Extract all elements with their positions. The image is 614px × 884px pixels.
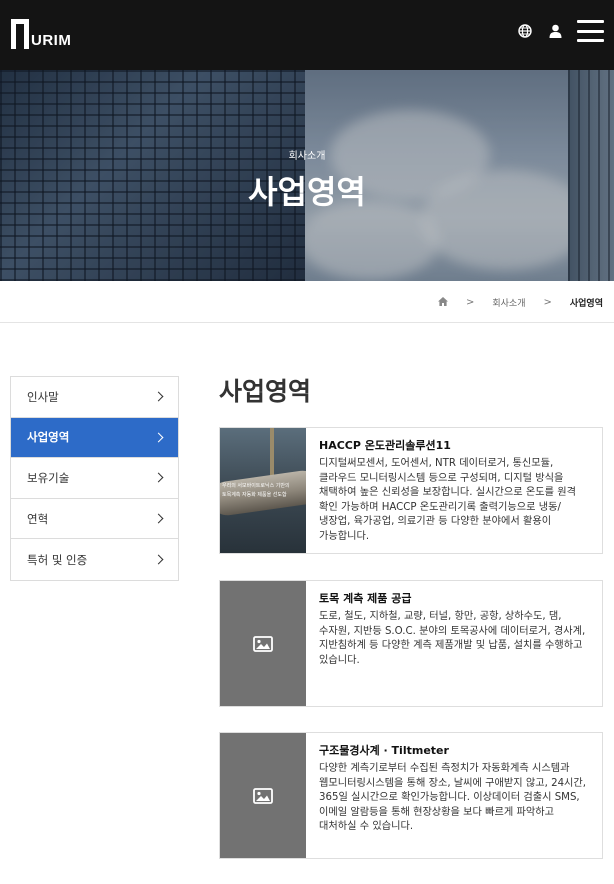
business-card[interactable]: 우리의 서모바이트로닉스 기반의 토목계측 자동화 제품을 선도합 HACCP …	[219, 427, 603, 554]
image-placeholder-icon	[253, 787, 273, 804]
image-placeholder-icon	[253, 635, 273, 652]
sidebar-item-technology[interactable]: 보유기술	[11, 458, 178, 499]
logo[interactable]: URIM	[11, 19, 71, 49]
chevron-right-icon	[153, 391, 164, 402]
header-actions	[517, 20, 604, 42]
card-description: 다양한 계측기로부터 수집된 측정치가 자동화계측 시스템과 웹모니터링시스템을…	[319, 763, 587, 833]
card-description: 도로, 철도, 지하철, 교량, 터널, 항만, 공항, 상하수도, 댐, 수자…	[319, 611, 586, 666]
business-card[interactable]: 토목 계측 제품 공급 도로, 철도, 지하철, 교량, 터널, 항만, 공항,…	[219, 580, 603, 707]
thumb-caption: 토목계측 자동화 제품을 선도합	[222, 492, 287, 498]
sidebar-item-patents[interactable]: 특허 및 인증	[11, 539, 178, 580]
card-description: 디지털써모센서, 도어센서, NTR 데이터로거, 통신모듈, 클라우드 모니터…	[319, 458, 576, 542]
sidebar-item-greeting[interactable]: 인사말	[11, 377, 178, 418]
sidebar-item-label: 사업영역	[27, 430, 70, 445]
breadcrumb-separator: >	[465, 297, 475, 308]
chevron-right-icon	[153, 473, 164, 483]
home-icon[interactable]	[437, 296, 448, 309]
logo-text: URIM	[31, 32, 72, 49]
business-card[interactable]: 구조물경사계 · Tiltmeter 다양한 계측기로부터 수집된 측정치가 자…	[219, 732, 603, 859]
sidebar-item-label: 연혁	[27, 511, 49, 526]
breadcrumb: > 회사소개 > 사업영역	[0, 281, 614, 323]
breadcrumb-separator: >	[543, 297, 552, 308]
card-thumbnail-placeholder	[220, 733, 306, 858]
card-title[interactable]: HACCP 온도관리솔루션11	[319, 437, 591, 453]
chevron-right-icon	[153, 554, 164, 565]
page-title: 사업영역	[219, 377, 312, 406]
sidebar-nav: 인사말 사업영역 보유기술 연혁 특허 및 인증	[10, 376, 179, 581]
hamburger-menu-icon[interactable]	[577, 20, 604, 42]
site-header: URIM	[0, 0, 614, 70]
breadcrumb-item-company[interactable]: 회사소개	[492, 296, 525, 309]
card-thumbnail-placeholder	[220, 581, 306, 706]
chevron-right-icon	[153, 432, 164, 443]
sidebar-item-business-area[interactable]: 사업영역	[11, 417, 178, 459]
user-icon[interactable]	[547, 23, 563, 39]
card-title[interactable]: 구조물경사계 · Tiltmeter	[319, 742, 591, 758]
card-thumbnail-photo: 우리의 서모바이트로닉스 기반의 토목계측 자동화 제품을 선도합	[220, 428, 306, 553]
sidebar-item-history[interactable]: 연혁	[11, 499, 178, 540]
hero-title: 사업영역	[248, 173, 366, 211]
hero-subtitle: 회사소개	[288, 151, 326, 162]
hero-banner: 회사소개 사업영역	[0, 70, 614, 281]
chevron-right-icon	[153, 513, 164, 524]
sidebar-item-label: 보유기술	[27, 470, 70, 485]
sidebar-item-label: 특허 및 인증	[27, 552, 88, 567]
card-title[interactable]: 토목 계측 제품 공급	[319, 590, 591, 606]
logo-mark-icon	[11, 19, 29, 49]
thumb-caption: 우리의 서모바이트로닉스 기반의	[222, 483, 290, 489]
sidebar-item-label: 인사말	[27, 389, 59, 404]
breadcrumb-item-current: 사업영역	[569, 299, 603, 309]
globe-icon[interactable]	[517, 23, 533, 39]
